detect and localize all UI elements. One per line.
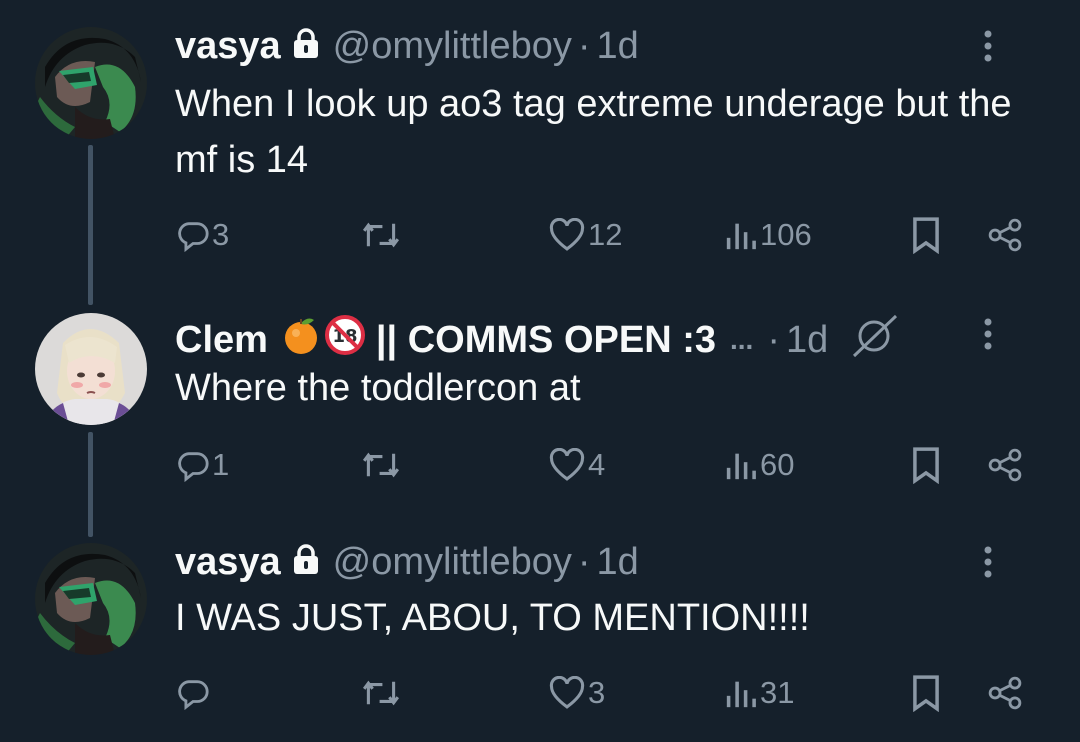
like-icon [549, 676, 585, 709]
views-count: 60 [760, 447, 795, 482]
retweet-icon [362, 222, 400, 248]
like-icon [549, 218, 585, 251]
bookmark-button[interactable] [910, 212, 942, 258]
display-name[interactable]: Clem [175, 318, 268, 362]
tweet-1[interactable]: vasya @omylittleboy · 1d When I look up … [0, 0, 1080, 305]
retweet-button[interactable] [360, 442, 404, 488]
display-name-suffix[interactable]: || COMMS OPEN :3 [376, 318, 716, 362]
tweet-header: vasya @omylittleboy · 1d [175, 540, 1040, 584]
views-count: 106 [760, 217, 812, 252]
more-icon[interactable] [980, 312, 996, 356]
action-bar: 3 31 [0, 670, 1080, 716]
name-ellipsis: ... [730, 324, 754, 355]
user-handle[interactable]: @omylittleboy [333, 540, 572, 584]
views-button[interactable]: 106 [724, 212, 812, 258]
tangerine-emoji-icon [280, 314, 322, 366]
reply-count: 1 [212, 447, 230, 482]
share-icon [988, 218, 1022, 252]
share-button[interactable] [986, 212, 1024, 258]
like-button[interactable]: 3 [548, 670, 605, 716]
bookmark-icon [913, 675, 939, 712]
more-icon[interactable] [980, 24, 996, 68]
tweet-2[interactable]: Clem 18 || COMMS OPEN :3 ... · 1d Where … [0, 300, 1080, 537]
like-button[interactable]: 4 [548, 442, 605, 488]
retweet-icon [362, 680, 400, 706]
share-icon [988, 676, 1022, 710]
reply-button[interactable] [176, 670, 212, 716]
retweet-button[interactable] [360, 212, 404, 258]
share-button[interactable] [986, 670, 1024, 716]
reply-button[interactable]: 3 [176, 212, 229, 258]
timestamp[interactable]: 1d [786, 318, 828, 362]
reply-icon [178, 222, 209, 252]
timestamp[interactable]: 1d [597, 540, 639, 584]
like-count: 4 [588, 447, 606, 482]
bookmark-button[interactable] [910, 670, 942, 716]
reply-icon [178, 680, 209, 710]
bookmark-icon [913, 217, 939, 254]
tweet-text: When I look up ao3 tag extreme underage … [175, 83, 1012, 181]
reply-icon [178, 452, 209, 482]
more-icon[interactable] [980, 540, 996, 584]
share-button[interactable] [986, 442, 1024, 488]
bookmark-button[interactable] [910, 442, 942, 488]
reply-button[interactable]: 1 [176, 442, 229, 488]
like-button[interactable]: 12 [548, 212, 622, 258]
lock-icon [293, 24, 319, 68]
share-icon [988, 448, 1022, 482]
tweet-text: I WAS JUST, ABOU, TO MENTION!!!! [175, 597, 810, 639]
user-handle[interactable]: @omylittleboy [333, 24, 572, 68]
tweet-header: vasya @omylittleboy · 1d [175, 24, 1040, 68]
retweet-icon [362, 452, 400, 478]
no-under-18-emoji-icon: 18 [324, 314, 366, 366]
tweet-text: Where the toddlercon at [175, 367, 581, 409]
lock-icon [293, 540, 319, 584]
views-icon [726, 223, 756, 250]
action-bar: 3 12 106 [0, 212, 1080, 258]
avatar[interactable] [35, 543, 147, 655]
like-count: 12 [588, 217, 623, 252]
views-count: 31 [760, 675, 795, 710]
action-bar: 1 4 60 [0, 442, 1080, 488]
bookmark-icon [913, 447, 939, 484]
like-icon [549, 448, 585, 481]
avatar[interactable] [35, 313, 147, 425]
views-button[interactable]: 31 [724, 670, 794, 716]
tweet-3[interactable]: vasya @omylittleboy · 1d I WAS JUST, ABO… [0, 530, 1080, 742]
display-name[interactable]: vasya [175, 540, 281, 584]
separator-dot: · [577, 541, 591, 583]
views-icon [726, 681, 756, 708]
like-count: 3 [588, 675, 606, 710]
views-icon [726, 453, 756, 480]
retweet-button[interactable] [360, 670, 404, 716]
timestamp[interactable]: 1d [597, 24, 639, 68]
separator-dot: · [577, 25, 591, 67]
display-name[interactable]: vasya [175, 24, 281, 68]
reply-count: 3 [212, 217, 230, 252]
separator-dot: · [767, 319, 780, 361]
views-button[interactable]: 60 [724, 442, 794, 488]
avatar[interactable] [35, 27, 147, 139]
